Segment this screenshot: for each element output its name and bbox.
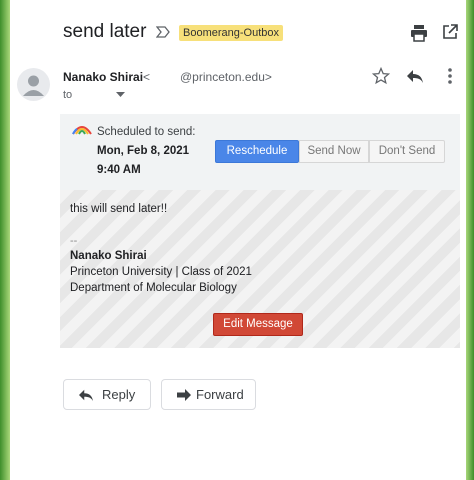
right-border [466, 0, 474, 480]
sender-email: @princeton.edu> [180, 70, 272, 84]
important-marker-icon[interactable] [155, 25, 170, 41]
boomerang-logo-icon [71, 122, 93, 135]
dont-send-button[interactable]: Don't Send [369, 140, 445, 163]
boomerang-scheduled-panel: Scheduled to send: Mon, Feb 8, 2021 9:40… [60, 114, 460, 190]
sender-name[interactable]: Nanako Shirai [63, 70, 143, 84]
more-options-icon[interactable] [447, 67, 453, 85]
forward-icon [176, 388, 192, 402]
star-icon[interactable] [371, 66, 391, 90]
reply-label: Reply [102, 387, 136, 402]
email-view: send later Boomerang-Outbox Nanako Shira… [0, 0, 474, 480]
signature-separator: -- [70, 235, 78, 247]
open-in-new-window-icon[interactable] [442, 24, 458, 40]
avatar[interactable] [17, 68, 50, 101]
chevron-down-icon[interactable] [116, 90, 125, 100]
email-subject: send later [63, 21, 147, 42]
left-border [0, 0, 10, 480]
reschedule-button[interactable]: Reschedule [215, 140, 299, 163]
scheduled-info: Scheduled to send: Mon, Feb 8, 2021 9:40… [97, 123, 207, 180]
forward-button[interactable]: Forward [161, 379, 256, 410]
reply-button[interactable]: Reply [63, 379, 151, 410]
sender-email-open: < [143, 70, 151, 84]
print-icon[interactable] [410, 24, 428, 42]
send-now-button[interactable]: Send Now [299, 140, 369, 163]
signature-affiliation: Princeton University | Class of 2021 [70, 266, 252, 278]
signature-name: Nanako Shirai [70, 250, 147, 262]
forward-label: Forward [196, 387, 244, 402]
recipient-to: to [63, 89, 73, 101]
message-text: this will send later!! [70, 203, 168, 215]
reply-icon [78, 388, 94, 402]
reply-icon[interactable] [406, 68, 424, 84]
label-badge[interactable]: Boomerang-Outbox [179, 25, 283, 41]
scheduled-time: Mon, Feb 8, 2021 9:40 AM [97, 145, 190, 176]
message-body: this will send later!! -- Nanako Shirai … [60, 190, 460, 348]
signature-department: Department of Molecular Biology [70, 282, 237, 294]
scheduled-prefix: Scheduled to send: [97, 126, 196, 138]
edit-message-button[interactable]: Edit Message [213, 313, 303, 336]
